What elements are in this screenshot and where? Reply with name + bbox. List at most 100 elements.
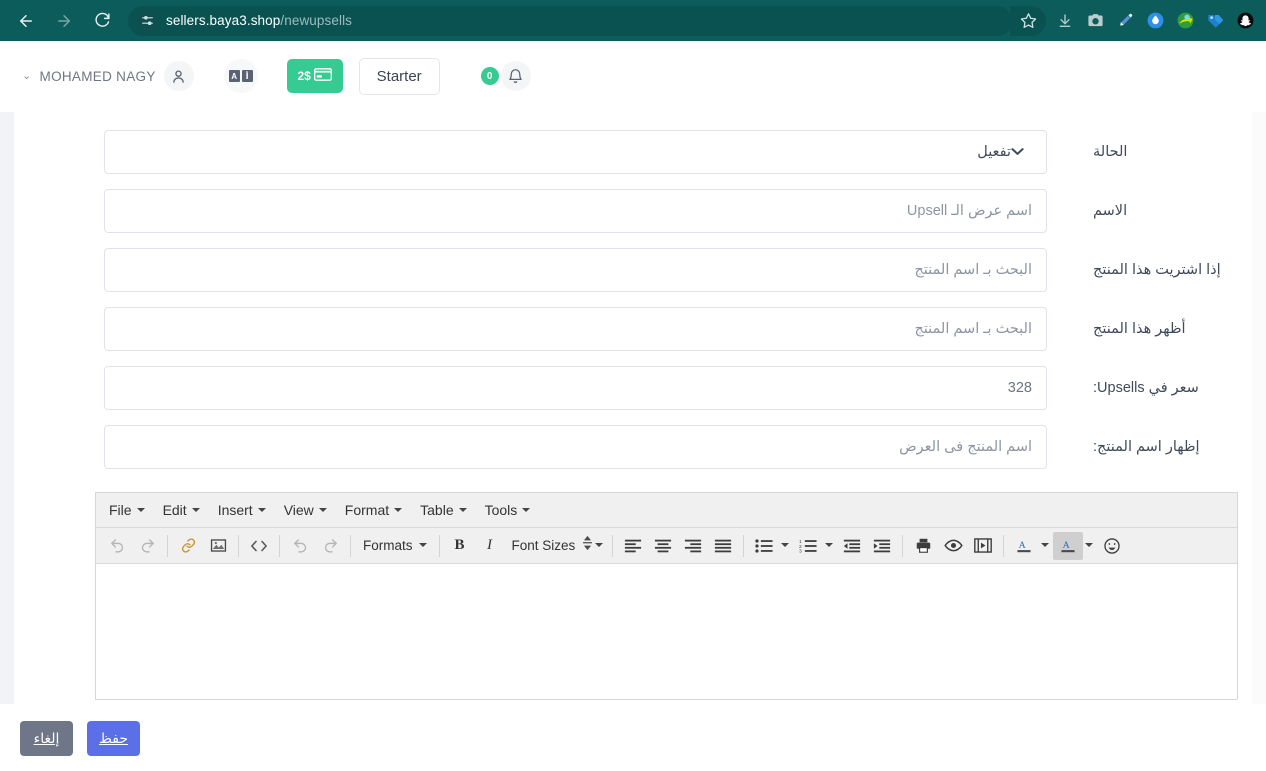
user-menu[interactable]: ⌄ MOHAMED NAGY xyxy=(22,61,194,91)
eyedropper-pen-icon[interactable] xyxy=(1110,6,1140,36)
trigger-product-search-input[interactable] xyxy=(104,247,1047,292)
chevron-down-icon xyxy=(522,507,531,516)
offer-product-search-input[interactable] xyxy=(104,306,1047,351)
star-icon[interactable] xyxy=(1010,5,1046,36)
emoticon-icon[interactable] xyxy=(1097,532,1127,560)
chevron-down-icon xyxy=(418,543,427,551)
form-row: الحالة تفعيل xyxy=(14,122,1252,181)
cancel-button[interactable]: إلغاء xyxy=(20,720,73,756)
toolbar-separator xyxy=(902,534,904,557)
undo-icon-secondary[interactable] xyxy=(285,532,315,560)
background-color-control[interactable]: A xyxy=(1053,531,1097,560)
chevron-down-icon xyxy=(595,543,604,551)
toolbar-separator xyxy=(743,534,745,557)
toolbar-separator xyxy=(238,534,239,557)
field-label-trigger-product: إذا اشتريت هذا المنتج xyxy=(1093,261,1221,278)
bold-icon[interactable]: B xyxy=(445,532,475,560)
indent-icon[interactable] xyxy=(867,532,897,560)
user-name-label: MOHAMED NAGY xyxy=(39,68,156,84)
menu-edit[interactable]: Edit xyxy=(154,498,209,522)
menu-view[interactable]: View xyxy=(275,498,336,522)
editor-content-area[interactable] xyxy=(96,564,1237,699)
stepper-up-down-icon[interactable] xyxy=(582,535,593,556)
menu-tools[interactable]: Tools xyxy=(476,498,540,522)
tag-extension-icon[interactable] xyxy=(1200,6,1230,36)
field-wrap xyxy=(90,365,1047,410)
align-right-icon[interactable] xyxy=(678,532,708,560)
status-select[interactable]: تفعيل xyxy=(104,129,1047,174)
menu-view-label: View xyxy=(283,502,314,518)
field-label-name: الاسم xyxy=(1093,202,1128,219)
print-icon[interactable] xyxy=(908,532,938,560)
address-bar[interactable]: sellers.baya3.shop/newupsells xyxy=(128,5,1012,36)
save-button[interactable]: حفظ xyxy=(87,720,140,756)
align-center-icon[interactable] xyxy=(648,532,678,560)
field-label-status: الحالة xyxy=(1093,143,1128,160)
reload-icon[interactable] xyxy=(86,5,118,37)
translate-latin-glyph: A xyxy=(228,70,240,82)
water-drop-extension-icon[interactable] xyxy=(1140,6,1170,36)
outdent-icon[interactable] xyxy=(837,532,867,560)
menu-insert-label: Insert xyxy=(217,502,253,518)
menu-file[interactable]: File xyxy=(100,498,154,522)
formats-label: Formats xyxy=(363,538,413,553)
internet-download-manager-icon[interactable] xyxy=(1170,6,1200,36)
translate-icon[interactable]: A أ xyxy=(223,59,258,93)
numbered-list-icon[interactable]: 123 xyxy=(793,532,823,560)
bullet-list-icon[interactable] xyxy=(749,532,779,560)
field-wrap xyxy=(90,188,1047,233)
url-path: /newupsells xyxy=(280,13,353,28)
background-color-icon[interactable]: A xyxy=(1053,531,1084,560)
downloads-icon[interactable] xyxy=(1050,6,1080,36)
align-left-icon[interactable] xyxy=(618,532,648,560)
text-color-control[interactable]: A xyxy=(1009,532,1053,560)
bullet-list-control[interactable] xyxy=(749,532,793,560)
forward-arrow-icon[interactable] xyxy=(48,5,80,37)
redo-icon[interactable] xyxy=(132,532,162,560)
field-label-price: سعر في Upsells: xyxy=(1093,379,1199,396)
redo-icon-secondary[interactable] xyxy=(315,532,345,560)
page-scrollbar[interactable] xyxy=(1252,112,1266,704)
field-label-display-name: إظهار اسم المنتج: xyxy=(1093,438,1200,455)
menu-insert[interactable]: Insert xyxy=(209,498,275,522)
chevron-down-icon xyxy=(1085,543,1094,551)
screenshot-camera-icon[interactable] xyxy=(1080,6,1110,36)
link-icon[interactable] xyxy=(173,532,203,560)
preview-eye-icon[interactable] xyxy=(938,532,968,560)
credit-balance-button[interactable]: 2$ xyxy=(286,59,343,93)
toolbar-separator xyxy=(350,534,351,557)
user-avatar-icon[interactable] xyxy=(163,61,194,91)
svg-text:A: A xyxy=(1019,540,1026,551)
image-icon[interactable] xyxy=(203,532,233,560)
bell-icon[interactable] xyxy=(500,61,531,91)
text-color-icon[interactable]: A xyxy=(1009,532,1039,560)
app-header: ⌄ MOHAMED NAGY A أ 2$ Starter 0 xyxy=(0,41,1266,112)
snapchat-extension-icon[interactable] xyxy=(1230,6,1260,36)
upsell-name-input[interactable] xyxy=(104,188,1047,233)
menu-table[interactable]: Table xyxy=(411,498,475,522)
italic-icon[interactable]: I xyxy=(475,532,505,560)
font-size-control[interactable]: Font Sizes xyxy=(505,535,608,556)
menu-format[interactable]: Format xyxy=(336,498,411,522)
toolbar-separator xyxy=(167,534,168,557)
formats-dropdown[interactable]: Formats xyxy=(356,538,434,553)
site-settings-icon[interactable] xyxy=(136,9,158,32)
chevron-down-icon xyxy=(136,507,145,516)
plan-button[interactable]: Starter xyxy=(358,57,440,95)
source-code-icon[interactable] xyxy=(244,532,274,560)
align-justify-icon[interactable] xyxy=(708,532,738,560)
menu-file-label: File xyxy=(109,502,132,518)
form-row: إذا اشتريت هذا المنتج xyxy=(14,240,1252,299)
display-product-name-input[interactable] xyxy=(104,424,1047,469)
media-icon[interactable] xyxy=(968,532,998,560)
browser-extensions xyxy=(1050,6,1266,36)
menu-edit-label: Edit xyxy=(162,502,187,518)
back-arrow-icon[interactable] xyxy=(10,5,42,37)
notifications[interactable]: 0 xyxy=(480,61,531,91)
rich-text-editor: File Edit Insert View Format Table Tools xyxy=(95,492,1238,700)
chevron-down-icon: ⌄ xyxy=(22,69,32,82)
undo-icon[interactable] xyxy=(102,532,132,560)
numbered-list-control[interactable]: 123 xyxy=(793,532,837,560)
upsell-price-input[interactable] xyxy=(104,365,1047,410)
credit-card-icon xyxy=(313,68,332,84)
